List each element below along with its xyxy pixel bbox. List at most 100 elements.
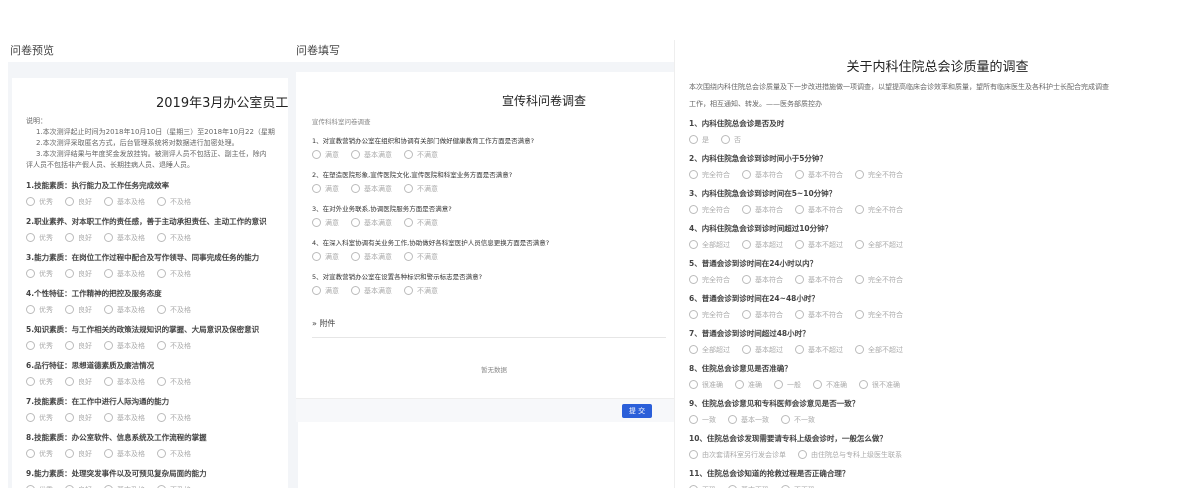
radio-icon[interactable] (689, 310, 698, 319)
radio-icon[interactable] (813, 380, 822, 389)
radio-icon[interactable] (104, 197, 113, 206)
radio-icon[interactable] (795, 345, 804, 354)
radio-label: 基本符合 (755, 275, 783, 284)
radio-icon[interactable] (104, 341, 113, 350)
radio-icon[interactable] (795, 275, 804, 284)
radio-icon[interactable] (689, 415, 698, 424)
radio-icon[interactable] (104, 269, 113, 278)
radio-icon[interactable] (351, 184, 360, 193)
question-item: 9、住院总会诊意见和专科医师会诊意见是否一致？ 一致 基本一致 不一致 (689, 398, 1200, 425)
radio-icon[interactable] (855, 310, 864, 319)
radio-icon[interactable] (26, 449, 35, 458)
radio-icon[interactable] (26, 341, 35, 350)
radio-icon[interactable] (26, 305, 35, 314)
radio-icon[interactable] (855, 345, 864, 354)
radio-icon[interactable] (742, 205, 751, 214)
radio-icon[interactable] (689, 450, 698, 459)
radio-icon[interactable] (404, 184, 413, 193)
question-options: 满意 基本满意 不满意 (312, 250, 676, 262)
question-text: 1、对宣教营销办公室在组织和协调有关部门做好健康教育工作方面是否满意? (312, 137, 535, 145)
radio-icon[interactable] (104, 377, 113, 386)
radio-icon[interactable] (104, 233, 113, 242)
radio-label: 基本及格 (117, 377, 145, 386)
radio-icon[interactable] (312, 218, 321, 227)
radio-icon[interactable] (26, 377, 35, 386)
radio-label: 基本满意 (364, 150, 392, 159)
radio-icon[interactable] (795, 170, 804, 179)
radio-icon[interactable] (689, 205, 698, 214)
radio-icon[interactable] (774, 380, 783, 389)
radio-icon[interactable] (26, 413, 35, 422)
radio-icon[interactable] (157, 413, 166, 422)
attachment-toggle[interactable]: » 附件 (312, 318, 676, 329)
radio-icon[interactable] (65, 341, 74, 350)
radio-icon[interactable] (781, 415, 790, 424)
radio-icon[interactable] (859, 380, 868, 389)
radio-icon[interactable] (742, 240, 751, 249)
radio-icon[interactable] (312, 150, 321, 159)
radio-icon[interactable] (65, 269, 74, 278)
radio-icon[interactable] (689, 275, 698, 284)
radio-icon[interactable] (689, 240, 698, 249)
radio-icon[interactable] (742, 170, 751, 179)
radio-icon[interactable] (312, 184, 321, 193)
radio-label: 是 (702, 135, 709, 144)
question-options: 优秀 良好 基本及格 不及格 (26, 195, 288, 207)
radio-icon[interactable] (65, 449, 74, 458)
radio-icon[interactable] (351, 150, 360, 159)
radio-icon[interactable] (157, 341, 166, 350)
radio-icon[interactable] (65, 305, 74, 314)
question-item: 11、住院总会诊知道的抢救过程是否正确合理？ 正确 基本正确 不正确 (689, 468, 1200, 488)
radio-icon[interactable] (26, 269, 35, 278)
radio-icon[interactable] (65, 233, 74, 242)
question-text: 2、内科住院急会诊到诊时间小于5分钟？ (689, 154, 827, 163)
question-options: 完全符合 基本符合 基本不符合 完全不符合 (689, 203, 1200, 215)
radio-label: 基本超过 (755, 240, 783, 249)
radio-icon[interactable] (26, 233, 35, 242)
radio-icon[interactable] (728, 415, 737, 424)
radio-icon[interactable] (157, 305, 166, 314)
radio-icon[interactable] (351, 218, 360, 227)
radio-icon[interactable] (855, 205, 864, 214)
radio-icon[interactable] (721, 135, 730, 144)
radio-icon[interactable] (157, 269, 166, 278)
radio-icon[interactable] (157, 197, 166, 206)
radio-icon[interactable] (735, 380, 744, 389)
radio-icon[interactable] (742, 275, 751, 284)
radio-icon[interactable] (404, 286, 413, 295)
radio-icon[interactable] (795, 310, 804, 319)
radio-icon[interactable] (351, 286, 360, 295)
radio-icon[interactable] (689, 170, 698, 179)
radio-icon[interactable] (855, 275, 864, 284)
radio-icon[interactable] (689, 380, 698, 389)
panel1-intro-line: 1.本次测评起止时间为2018年10月10日（星期三）至2018年10月22（星… (36, 128, 275, 136)
radio-icon[interactable] (104, 449, 113, 458)
radio-icon[interactable] (104, 305, 113, 314)
radio-icon[interactable] (312, 252, 321, 261)
radio-icon[interactable] (65, 377, 74, 386)
radio-icon[interactable] (404, 252, 413, 261)
radio-icon[interactable] (689, 135, 698, 144)
radio-icon[interactable] (157, 233, 166, 242)
radio-icon[interactable] (855, 170, 864, 179)
submit-button[interactable]: 提 交 (622, 404, 652, 418)
radio-icon[interactable] (157, 377, 166, 386)
radio-icon[interactable] (404, 150, 413, 159)
radio-icon[interactable] (742, 345, 751, 354)
radio-icon[interactable] (65, 413, 74, 422)
radio-icon[interactable] (157, 449, 166, 458)
radio-icon[interactable] (351, 252, 360, 261)
radio-icon[interactable] (104, 413, 113, 422)
radio-icon[interactable] (855, 240, 864, 249)
radio-icon[interactable] (404, 218, 413, 227)
radio-icon[interactable] (312, 286, 321, 295)
radio-icon[interactable] (26, 197, 35, 206)
radio-icon[interactable] (795, 205, 804, 214)
panel2-question-list: 1、对宣教营销办公室在组织和协调有关部门做好健康教育工作方面是否满意? 满意 基本满… (312, 136, 676, 296)
radio-icon[interactable] (689, 345, 698, 354)
radio-icon[interactable] (795, 240, 804, 249)
radio-icon[interactable] (798, 450, 807, 459)
question-text: 2.职业素养、对本职工作的责任感，善于主动承担责任、主动工作的意识 (26, 217, 267, 226)
radio-icon[interactable] (742, 310, 751, 319)
radio-icon[interactable] (65, 197, 74, 206)
